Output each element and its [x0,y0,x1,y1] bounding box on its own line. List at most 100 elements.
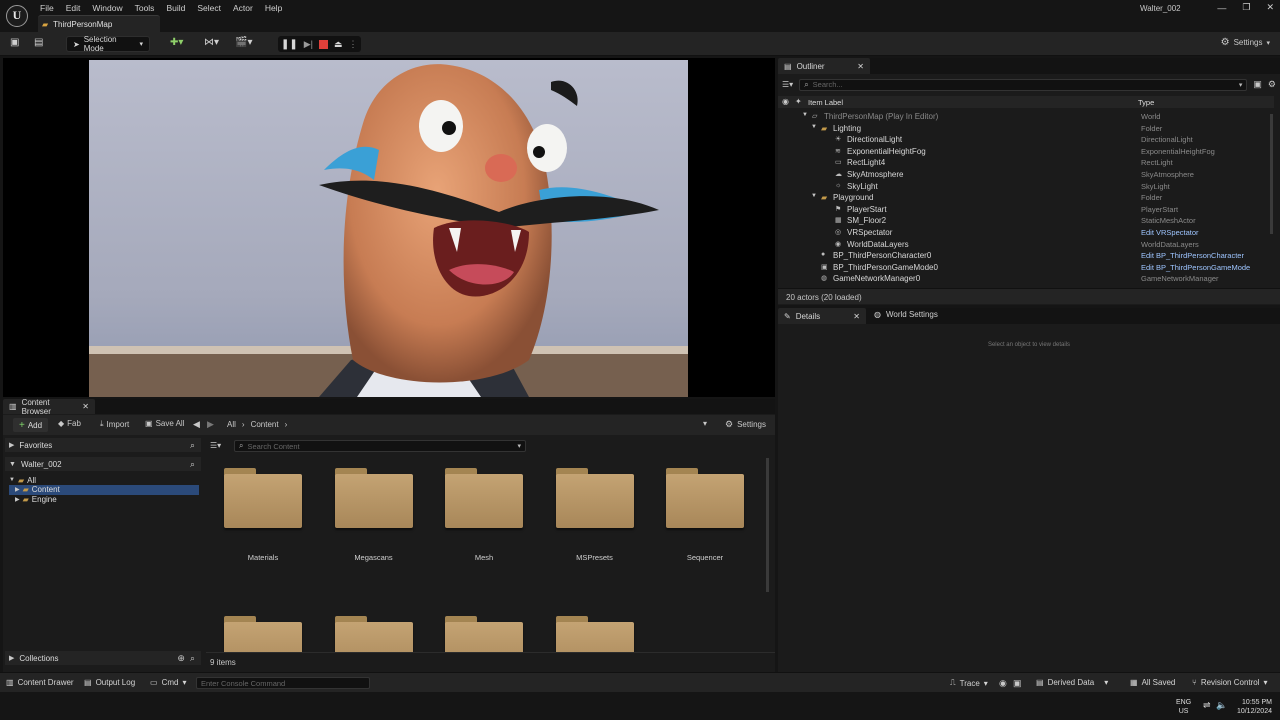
breadcrumb-all[interactable]: All [227,420,236,429]
outliner-row[interactable]: ◍ GameNetworkManager0 GameNetworkManager [778,273,1270,285]
cmd-dropdown[interactable]: ▭ Cmd ▾ [150,678,186,687]
outliner-row[interactable]: ▼ ▰ Lighting Folder [778,123,1270,135]
pin-icon[interactable]: ✦ [795,97,802,106]
cb-settings-button[interactable]: ⚙ Settings [725,419,766,430]
outliner-row[interactable]: ≋ ExponentialHeightFog ExponentialHeightFo… [778,146,1270,158]
close-tab-icon[interactable]: ✕ [82,402,89,411]
save-icon[interactable]: ▣ [10,37,19,48]
tab-details[interactable]: ✎ Details ✕ [778,308,866,324]
content-drawer-button[interactable]: ▥ Content Drawer [6,678,74,687]
skip-frame-icon[interactable]: ▶| [304,39,313,50]
visibility-eye-icon[interactable]: ◉ [782,97,789,106]
tab-third-person-map[interactable]: ▰ ThirdPersonMap [38,15,160,32]
fab-button[interactable]: ◆ Fab [58,419,81,428]
filter-icon[interactable]: ☰▾ [210,441,221,450]
outliner-scrollbar[interactable] [1270,114,1273,234]
outliner-row[interactable]: ☀ DirectionalLight DirectionalLight [778,134,1270,146]
asset-folder-tile[interactable] [319,616,429,652]
folder-tree-item[interactable]: ▶ ▰ Engine [9,494,199,504]
outliner-row[interactable]: ⚑ PlayerStart PlayerStart [778,204,1270,216]
record-icon[interactable]: ◉ [999,678,1007,689]
console-command-input[interactable]: Enter Console Command [196,677,370,689]
menu-select[interactable]: Select [191,3,227,13]
outliner-row[interactable]: ▣ BP_ThirdPersonGameMode0 Edit BP_ThirdPer… [778,262,1270,274]
search-icon[interactable]: ⌕ [190,653,195,664]
menu-actor[interactable]: Actor [227,3,259,13]
menu-edit[interactable]: Edit [60,3,87,13]
favorites-header[interactable]: ▶ Favorites ⌕ [5,438,201,452]
cinematics-icon[interactable]: 🎬▾ [235,37,252,48]
output-log-button[interactable]: ▤ Output Log [84,678,135,687]
close-tab-icon[interactable]: ✕ [853,312,860,321]
asset-folder-tile[interactable] [540,616,650,652]
more-options-icon[interactable]: ⋮ [349,39,358,50]
close-tab-icon[interactable]: ✕ [857,62,864,71]
outliner-row[interactable]: ▭ RectLight4 RectLight [778,157,1270,169]
tab-world-settings[interactable]: ◍ World Settings [874,310,938,319]
asset-scrollbar[interactable] [766,458,769,592]
volume-icon[interactable]: 🔈 [1216,700,1227,711]
search-icon[interactable]: ⌕ [190,459,195,470]
expand-chevron-icon[interactable]: ▼ [811,124,817,130]
asset-folder-tile[interactable]: Mesh [429,468,539,568]
settings-button[interactable]: ⚙ Settings ▾ [1221,37,1270,48]
add-folder-icon[interactable]: ▣ [1253,79,1262,90]
expand-chevron-icon[interactable]: ▶ [15,496,20,503]
game-view[interactable] [89,60,688,397]
gear-icon[interactable]: ⚙ [1268,79,1276,90]
outliner-row[interactable]: ◎ VRSpectator Edit VRSpectator [778,227,1270,239]
unreal-logo-icon[interactable]: U [6,5,28,27]
outliner-row[interactable]: ▼ ▱ ThirdPersonMap (Play In Editor) World [778,111,1270,123]
breadcrumb-content[interactable]: Content [251,420,279,429]
trace-dropdown[interactable]: ⎍ Trace ▾ [950,678,988,688]
save-all-button[interactable]: ▣ Save All [145,419,184,428]
forward-icon[interactable]: ▶ [207,419,214,430]
col-item-label[interactable]: Item Label [808,98,843,107]
browse-level-icon[interactable]: ▤ [34,37,43,48]
expand-chevron-icon[interactable]: ▶ [15,486,20,493]
language-indicator[interactable]: ENG US [1176,698,1191,716]
outliner-row[interactable]: ◉ WorldDataLayers WorldDataLayers [778,239,1270,251]
edit-blueprint-link[interactable]: Edit BP_ThirdPersonGameMode [1141,263,1250,272]
all-saved-button[interactable]: ▦ All Saved [1130,678,1175,687]
tab-content-browser[interactable]: ▥ Content Browser ✕ [3,398,95,416]
menu-tools[interactable]: Tools [129,3,161,13]
asset-folder-tile[interactable] [429,616,539,652]
screenshot-icon[interactable]: ▣ [1013,678,1022,689]
level-viewport[interactable] [3,58,775,397]
edit-blueprint-link[interactable]: Edit VRSpectator [1141,228,1199,237]
import-button[interactable]: ⤓ Import [100,419,129,429]
asset-folder-tile[interactable] [208,616,318,652]
outliner-search-input[interactable]: ⌕ Search... ▾ [799,78,1248,91]
edit-blueprint-link[interactable]: Edit BP_ThirdPersonCharacter [1141,251,1244,260]
filter-icon[interactable]: ☰▾ [782,80,793,89]
back-icon[interactable]: ◀ [193,419,200,430]
menu-file[interactable]: File [34,3,60,13]
tab-outliner[interactable]: ▤ Outliner ✕ [778,58,870,74]
asset-folder-tile[interactable]: Megascans [319,468,429,568]
add-actor-icon[interactable]: ✚▾ [170,37,183,48]
outliner-row[interactable]: ☼ SkyLight SkyLight [778,181,1270,193]
add-collection-icon[interactable]: ⊕ [177,653,185,664]
menu-build[interactable]: Build [160,3,191,13]
history-dropdown-icon[interactable]: ▾ [703,419,707,428]
asset-folder-tile[interactable]: Sequencer [650,468,760,568]
selection-mode-dropdown[interactable]: ➤ Selection Mode ▾ [66,35,150,53]
asset-folder-tile[interactable]: MSPresets [540,468,650,568]
folder-tree-item[interactable]: ▶ ▰ Content [9,484,199,495]
outliner-row[interactable]: ▦ SM_Floor2 StaticMeshActor [778,215,1270,227]
network-icon[interactable]: ⇌ [1203,700,1211,711]
blueprint-icon[interactable]: ⋈▾ [204,37,219,48]
asset-folder-tile[interactable]: Materials [208,468,318,568]
outliner-row[interactable]: ☁ SkyAtmosphere SkyAtmosphere [778,169,1270,181]
expand-chevron-icon[interactable]: ▼ [9,477,15,483]
expand-chevron-icon[interactable]: ▼ [802,112,808,118]
collections-header[interactable]: ▶ Collections ⊕ ⌕ [5,651,201,665]
stop-icon[interactable] [319,39,329,49]
search-icon[interactable]: ⌕ [190,440,195,451]
close-icon[interactable]: ✕ [1266,2,1274,13]
expand-chevron-icon[interactable]: ▼ [811,193,817,199]
menu-window[interactable]: Window [86,3,128,13]
menu-help[interactable]: Help [259,3,288,13]
pause-icon[interactable]: ❚❚ [281,39,298,50]
